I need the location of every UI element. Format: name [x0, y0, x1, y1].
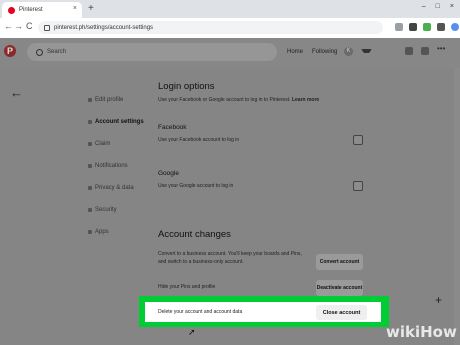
url-field[interactable]: pinterest.ph/settings/account-settings [38, 21, 383, 34]
minimize-button[interactable]: – [422, 3, 426, 10]
google-checkbox[interactable] [353, 181, 363, 191]
grid-icon [88, 230, 92, 234]
browser-tab[interactable]: Pinterest × [2, 2, 82, 18]
extension-icon[interactable] [409, 23, 417, 31]
google-title: Google [158, 170, 179, 177]
close-window-button[interactable]: × [450, 3, 454, 10]
sidebar-item-label: Privacy & data [95, 185, 134, 191]
extension-icon[interactable] [437, 23, 445, 31]
google-desc: Use your Google account to log in [158, 183, 234, 189]
sidebar-item-label: Apps [95, 229, 109, 235]
convert-desc: Convert to a business account. You'll ke… [158, 251, 302, 265]
tab-title: Pinterest [19, 7, 43, 13]
bell-icon [88, 164, 92, 168]
sidebar-item-notifications[interactable]: Notifications [88, 163, 128, 169]
pinterest-logo[interactable]: P [4, 45, 16, 57]
window-controls: – □ × [422, 3, 454, 10]
star-icon[interactable] [395, 23, 403, 31]
sidebar-item-privacy[interactable]: Privacy & data [88, 185, 134, 191]
address-bar-row: ← → C pinterest.ph/settings/account-sett… [0, 18, 460, 39]
login-options-desc: Use your Facebook or Google account to l… [158, 97, 319, 105]
maximize-button[interactable]: □ [436, 3, 440, 10]
sidebar-item-apps[interactable]: Apps [88, 229, 109, 235]
home-link[interactable]: Home [287, 49, 303, 55]
tab-close-icon[interactable]: × [73, 5, 77, 12]
gear-icon [88, 120, 92, 124]
sidebar-item-account-settings[interactable]: Account settings [88, 119, 144, 125]
account-changes-title: Account changes [158, 229, 231, 240]
hide-desc: Hide your Pins and profile [158, 284, 216, 290]
close-account-button[interactable]: Close account [316, 305, 367, 320]
facebook-desc: Use your Facebook account to log in [158, 137, 240, 143]
sidebar-item-claim[interactable]: Claim [88, 141, 110, 147]
pinterest-favicon-icon [8, 6, 15, 14]
shield-icon [88, 208, 92, 212]
facebook-checkbox[interactable] [353, 135, 363, 145]
sidebar-item-label: Edit profile [95, 97, 124, 103]
back-nav-button[interactable]: ← [4, 21, 13, 31]
add-fab-button[interactable]: + [435, 293, 442, 307]
login-options-title: Login options [158, 81, 215, 92]
delete-desc: Delete your account and account data [158, 309, 243, 315]
extension-icon[interactable] [423, 23, 431, 31]
sidebar-item-label: Account settings [95, 119, 144, 125]
search-input[interactable]: Search [27, 43, 277, 61]
learn-more-link[interactable]: Learn more [292, 97, 319, 103]
sidebar-item-label: Claim [95, 141, 111, 147]
avatar[interactable]: K [344, 47, 353, 56]
forward-nav-button[interactable]: → [14, 21, 23, 31]
tab-bar: Pinterest × + – □ × [0, 0, 460, 18]
search-placeholder: Search [47, 49, 67, 55]
chat-icon[interactable] [405, 47, 413, 55]
convert-account-button[interactable]: Convert account [316, 254, 363, 270]
browser-chrome: Pinterest × + – □ × ← → C pinterest.ph/s… [0, 0, 460, 39]
more-icon[interactable]: ••• [437, 44, 445, 53]
search-icon [36, 48, 43, 56]
sidebar-item-label: Notifications [95, 163, 128, 169]
sidebar-item-security[interactable]: Security [88, 207, 117, 213]
new-tab-button[interactable]: + [88, 3, 94, 14]
back-arrow-icon[interactable]: ← [10, 85, 23, 100]
pencil-icon [88, 98, 92, 102]
extension-icons [395, 23, 460, 31]
bell-icon[interactable] [421, 47, 429, 55]
login-options-desc-text: Use your Facebook or Google account to l… [158, 97, 291, 103]
chevron-down-icon[interactable] [361, 49, 372, 58]
sidebar-item-edit-profile[interactable]: Edit profile [88, 97, 123, 103]
following-link[interactable]: Following [312, 49, 337, 55]
profile-icon[interactable] [451, 23, 459, 31]
sidebar-item-label: Security [95, 207, 117, 213]
mouse-cursor-icon: ➚ [188, 327, 196, 337]
facebook-title: Facebook [158, 124, 187, 131]
lock-icon [88, 186, 92, 190]
deactivate-account-button[interactable]: Deactivate account [316, 280, 363, 296]
url-text: pinterest.ph/settings/account-settings [54, 24, 154, 31]
globe-icon [88, 142, 92, 146]
lock-icon [44, 24, 50, 31]
scrollbar[interactable] [454, 68, 460, 345]
reload-button[interactable]: C [26, 21, 33, 31]
watermark: wikiHow [386, 323, 457, 341]
